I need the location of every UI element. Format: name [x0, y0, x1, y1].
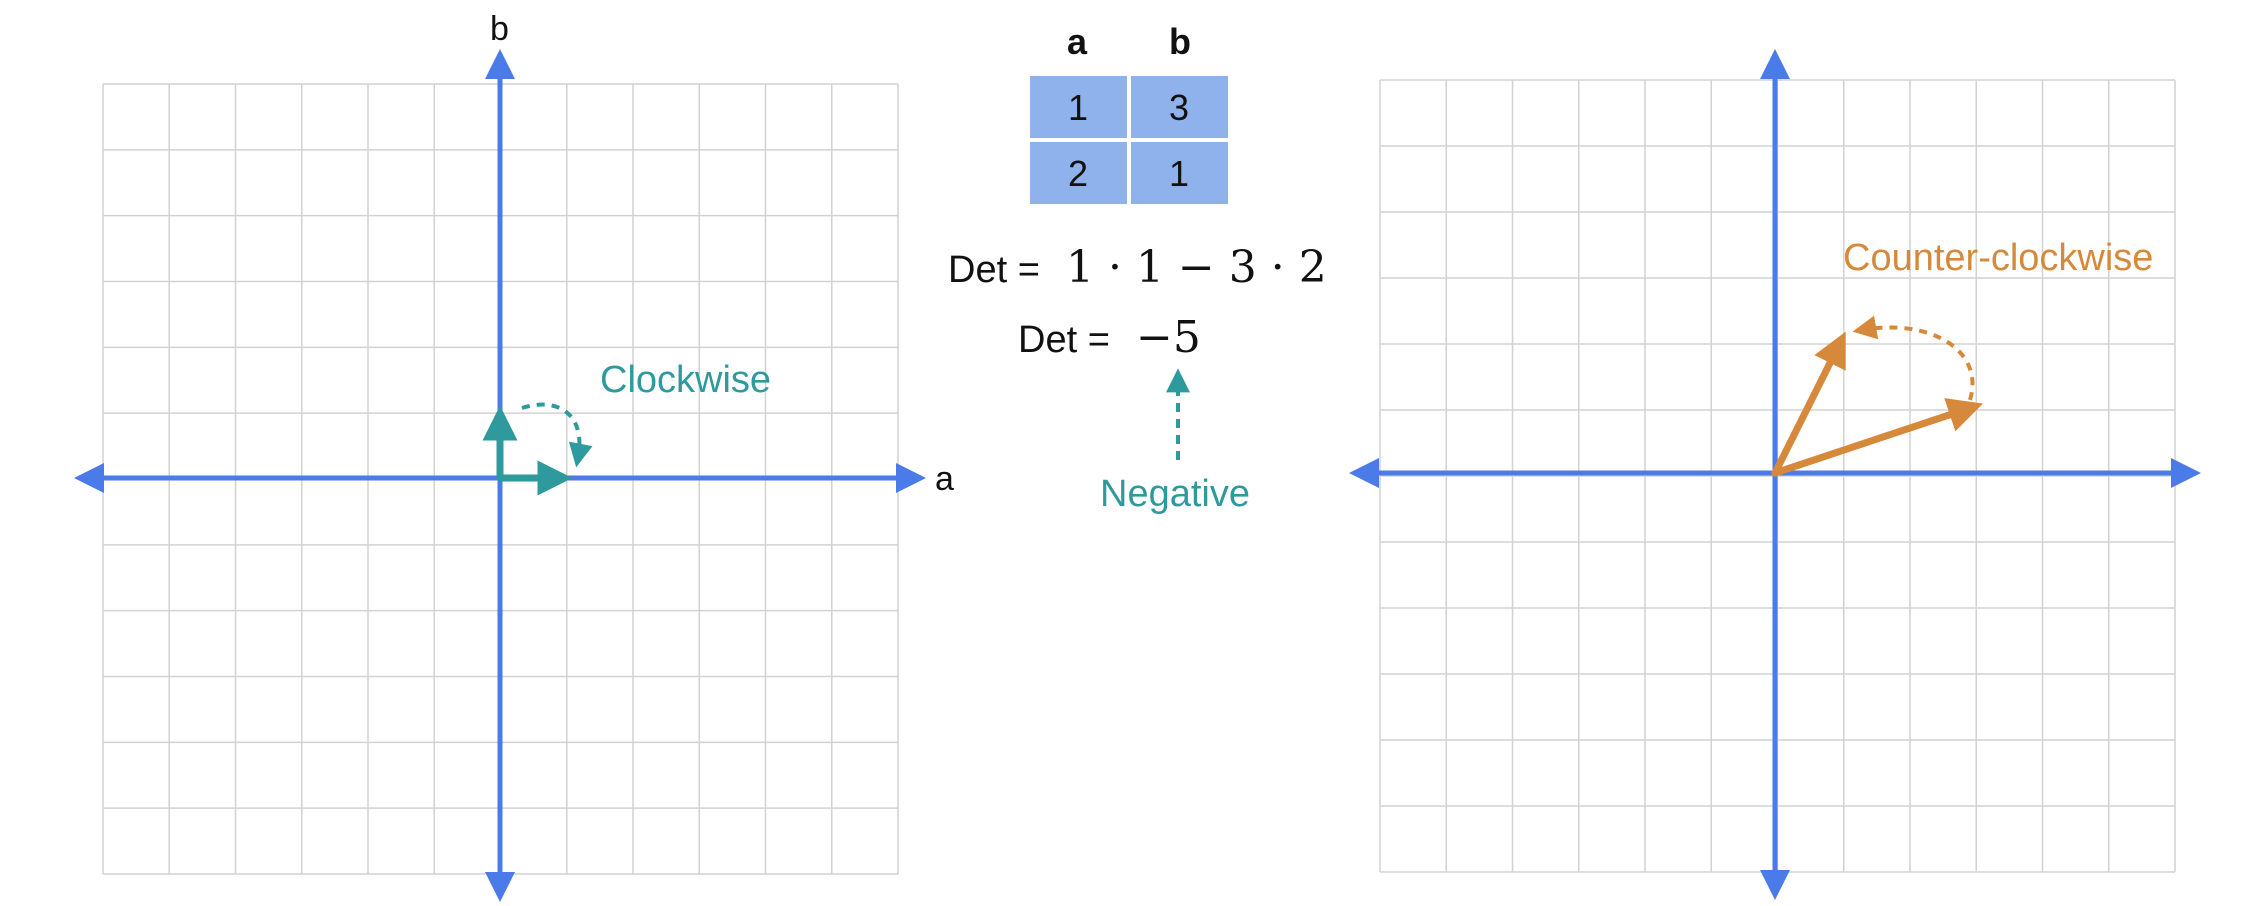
right-vectors [1771, 331, 1983, 477]
det-expression-2: −5 [1136, 312, 1201, 363]
matrix-header-b: b [1169, 21, 1191, 62]
negative-label: Negative [1100, 473, 1250, 515]
matrix-table: a b 1 3 2 1 [1030, 21, 1228, 204]
left-x-axis-label: a [935, 460, 954, 498]
det-expression-1: 1 · 1 − 3 · 2 [1066, 242, 1327, 293]
matrix-header-a: a [1067, 21, 1088, 62]
determinant-formula: Det = 1 · 1 − 3 · 2 Det = −5 Negative [948, 242, 1327, 515]
left-vectors [482, 405, 573, 496]
matrix-cell-value: 1 [1169, 153, 1189, 194]
det-prefix-1: Det = [948, 249, 1040, 291]
matrix-cell-value: 1 [1068, 87, 1088, 128]
matrix-cell-value: 2 [1068, 153, 1088, 194]
det-prefix-2: Det = [1018, 319, 1110, 361]
left-y-axis-label: b [490, 10, 509, 48]
clockwise-label: Clockwise [600, 359, 771, 401]
left-plot: a b Clockwise [74, 10, 954, 902]
counter-clockwise-rotation-arrow [1852, 315, 1975, 401]
right-plot: Counter-clockwise [1349, 49, 2201, 900]
figure: a b Clockwise a b 1 3 2 1 Det = 1 · 1 − … [74, 10, 2201, 902]
counter-clockwise-label: Counter-clockwise [1843, 237, 2153, 279]
matrix-cell-value: 3 [1169, 87, 1189, 128]
